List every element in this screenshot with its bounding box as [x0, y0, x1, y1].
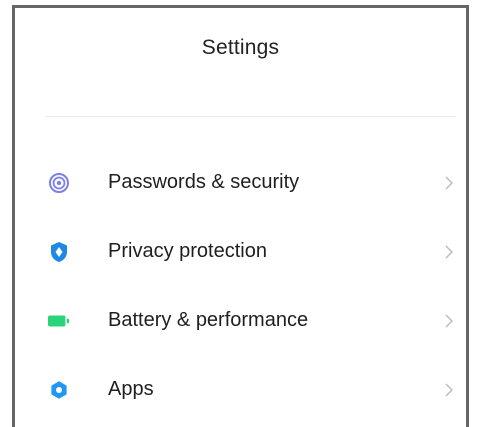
chevron-right-icon — [442, 174, 456, 192]
privacy-shield-icon — [48, 241, 70, 263]
chevron-right-icon — [442, 312, 456, 330]
chevron-right-icon — [442, 381, 456, 399]
settings-item-label: Apps — [108, 378, 154, 400]
settings-list: Passwords & security Privacy protection — [15, 148, 466, 424]
gear-icon — [48, 379, 70, 401]
battery-icon — [48, 310, 70, 332]
settings-screen: Settings Passwords & security Privacy pr… — [12, 5, 469, 427]
settings-item-label: Privacy protection — [108, 240, 267, 262]
fingerprint-icon — [48, 172, 70, 194]
settings-item-apps[interactable]: Apps — [15, 355, 466, 424]
page-title: Settings — [201, 36, 280, 59]
settings-item-passwords-security[interactable]: Passwords & security — [15, 148, 466, 217]
settings-item-battery-performance[interactable]: Battery & performance — [15, 286, 466, 355]
chevron-right-icon — [442, 243, 456, 261]
settings-item-label: Passwords & security — [108, 171, 300, 193]
settings-item-label: Battery & performance — [108, 309, 309, 331]
settings-item-privacy-protection[interactable]: Privacy protection — [15, 217, 466, 286]
header-divider — [45, 116, 456, 117]
